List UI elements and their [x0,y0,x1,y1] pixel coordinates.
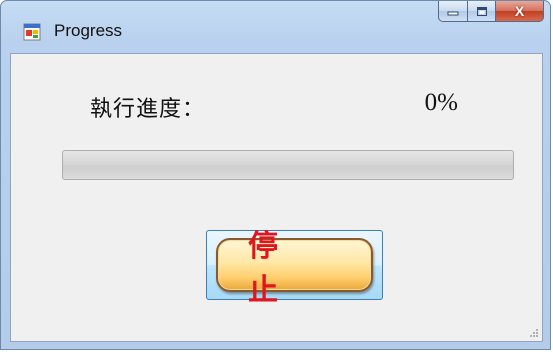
stop-button[interactable]: 停 止 [206,229,383,308]
stop-button-label: 停 止 [216,229,373,308]
minimize-icon [447,11,459,16]
percent-label: 0% [424,89,458,116]
minimize-button[interactable] [438,1,468,22]
progress-label: 執行進度： [90,97,206,122]
window-title: Progress [54,21,123,40]
maximize-icon [476,6,487,16]
close-icon: X [514,3,525,19]
resize-grip-icon[interactable] [529,328,539,338]
title-bar[interactable]: Progress X [1,1,550,47]
caption-buttons: X [438,1,544,23]
progress-window: Progress X 執行進度： 0% 停 止 [0,0,551,350]
progress-bar [62,150,514,180]
client-area: 執行進度： 0% 停 止 [10,53,543,342]
windows-form-icon [23,23,41,41]
close-button[interactable]: X [496,1,544,22]
maximize-button[interactable] [468,1,496,22]
